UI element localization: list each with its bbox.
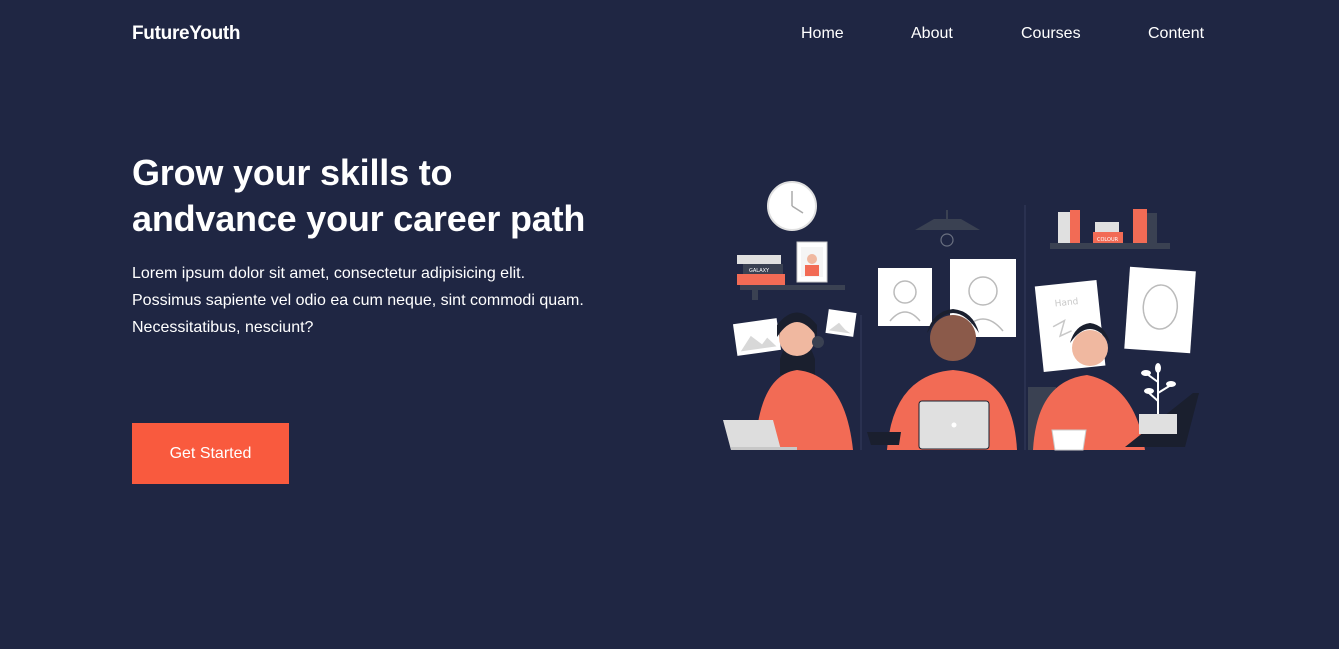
book-stack: GALAXY — [737, 255, 785, 285]
photo-frame — [796, 241, 828, 283]
clock-icon — [767, 181, 817, 231]
lamp-icon — [915, 210, 980, 247]
get-started-button[interactable]: Get Started — [132, 423, 289, 484]
nav-link-courses[interactable]: Courses — [1021, 25, 1081, 43]
hero-title: Grow your skills to andvance your career… — [132, 152, 586, 239]
left-shelf — [740, 285, 845, 290]
hero-illustration: GALAXY COLOUR Hand — [715, 175, 1215, 460]
mask-sketch-frame — [1124, 266, 1196, 354]
right-shelf — [1050, 243, 1170, 249]
portrait-frame-1 — [878, 268, 932, 326]
nav-link-about[interactable]: About — [911, 25, 953, 43]
navbar: FutureYouth Home About Courses Content — [0, 0, 1339, 70]
book-label-galaxy: GALAXY — [749, 268, 770, 274]
plant-icon — [1139, 363, 1177, 434]
book-label-colour: COLOUR — [1097, 237, 1119, 243]
right-books: COLOUR — [1058, 209, 1157, 243]
nav-link-home[interactable]: Home — [801, 25, 844, 43]
hero-description: Lorem ipsum dolor sit amet, consectetur … — [132, 265, 584, 336]
wall-frame-left — [732, 318, 782, 356]
hero-section: Grow your skills to andvance your career… — [132, 150, 602, 341]
brand-logo[interactable]: FutureYouth — [132, 23, 241, 45]
office-workers-illustration: GALAXY COLOUR Hand — [723, 181, 1199, 451]
nav-link-content[interactable]: Content — [1148, 25, 1204, 43]
wall-frame-small — [825, 309, 857, 337]
